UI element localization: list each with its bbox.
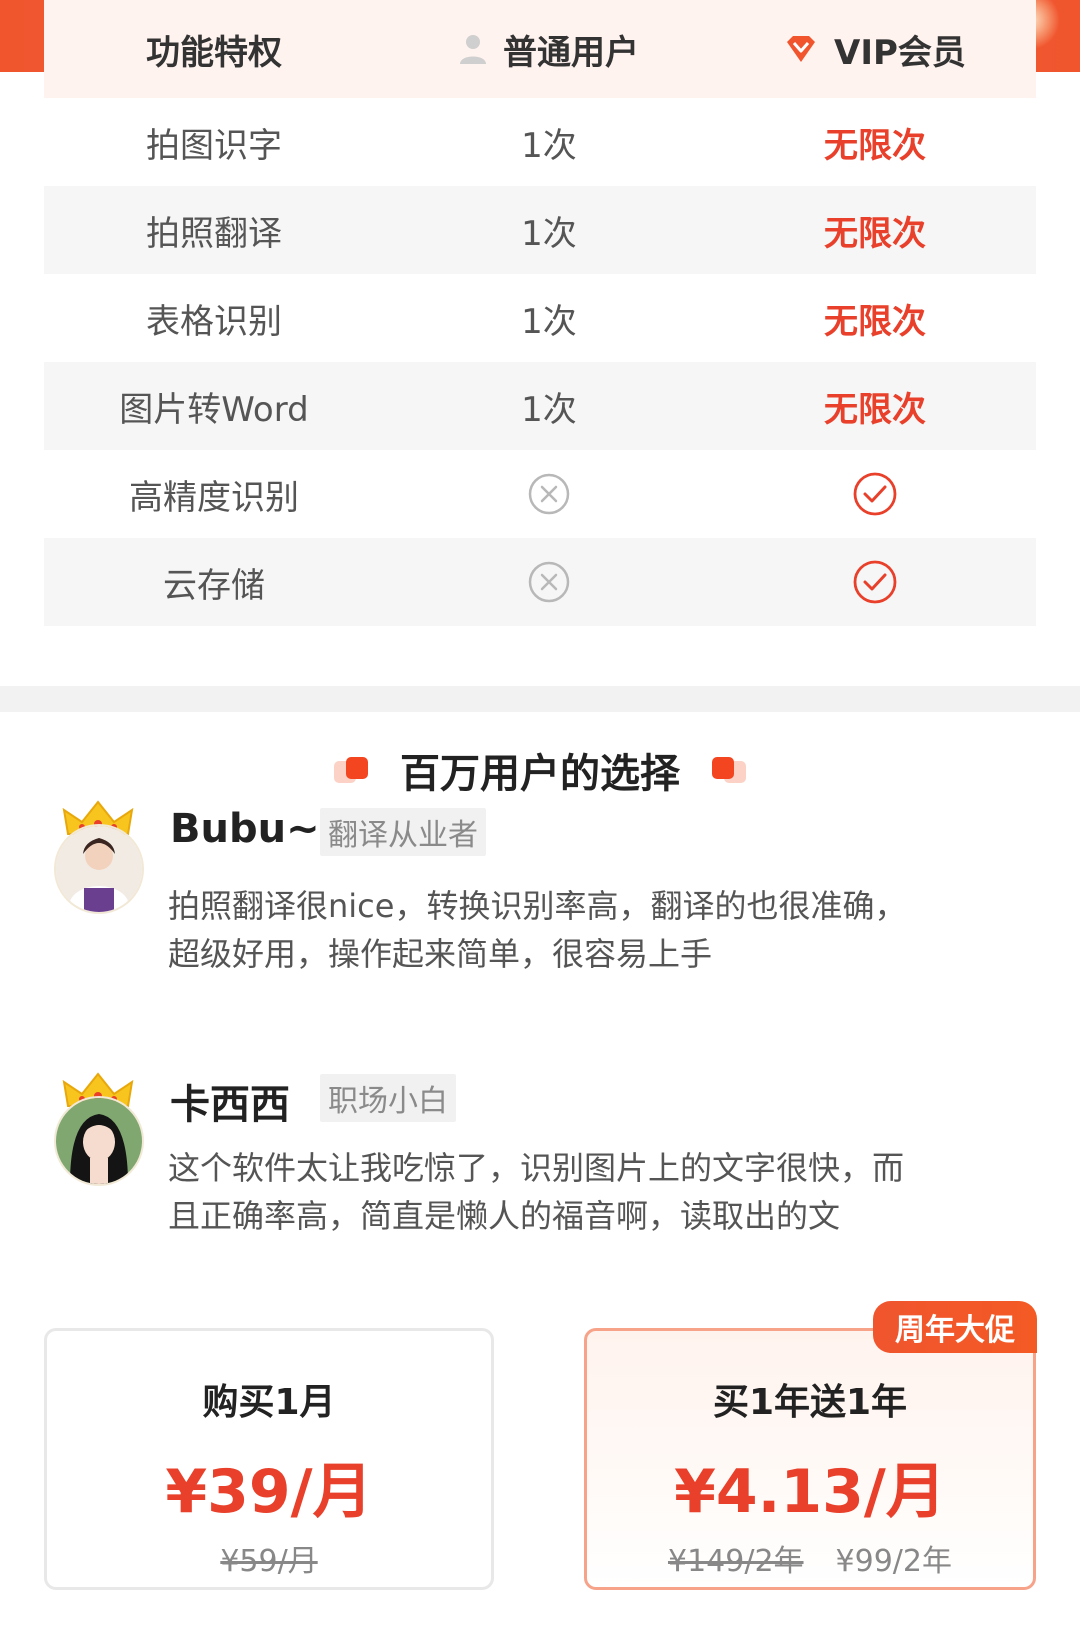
original-price: ¥149/2年 (667, 1544, 804, 1579)
avatar (54, 1096, 144, 1186)
plan-name: 买1年送1年 (712, 1382, 908, 1423)
feature-name: 高精度识别 (129, 477, 299, 518)
check-circle-icon (714, 538, 1036, 626)
review-text: 拍照翻译很nice，转换识别率高，翻译的也很准确，超级好用，操作起来简单，很容易… (168, 887, 907, 973)
plan-price: ¥39/月 (165, 1457, 373, 1527)
testimonials-title-text: 百万用户的选择 (400, 751, 680, 797)
normal-value: 1次 (521, 301, 577, 342)
plan-price: ¥4.13/月 (674, 1457, 946, 1527)
normal-value: 1次 (521, 213, 577, 254)
user-icon (459, 33, 487, 65)
plan-card-yearly[interactable]: 周年大促 买1年送1年 ¥4.13/月 ¥149/2年 ¥99/2年 (584, 1301, 1037, 1590)
feature-name: 拍图识字 (146, 125, 282, 166)
table-header-row: 功能特权 普通用户 VIP会员 (44, 0, 1036, 98)
vip-value: 无限次 (824, 301, 926, 342)
review-text: 这个软件太让我吃惊了，识别图片上的文字很快，而且正确率高，简直是懒人的福音啊，读… (168, 1149, 905, 1235)
avatar-with-crown (52, 800, 144, 914)
vip-value: 无限次 (824, 213, 926, 254)
normal-value: 1次 (521, 389, 577, 430)
header-vip-label: VIP会员 (834, 32, 966, 73)
username: Bubu~ (170, 806, 320, 852)
plan-original-price: ¥59/月 (47, 1536, 491, 1580)
normal-value: 1次 (521, 125, 577, 166)
user-tag: 翻译从业者 (320, 808, 486, 856)
table-row: 图片转Word 1次 无限次 (44, 362, 1036, 450)
diamond-icon (784, 34, 818, 64)
avatar (54, 824, 144, 914)
plan-card-monthly[interactable]: 购买1月 ¥39/月 ¥59/月 (44, 1328, 494, 1590)
feature-name: 拍照翻译 (146, 213, 282, 254)
testimonial-item: 卡西西 职场小白 这个软件太让我吃惊了，识别图片上的文字很快，而且正确率高，简直… (0, 1072, 1080, 1272)
table-row: 拍图识字 1次 无限次 (44, 98, 1036, 186)
header-vip: VIP会员 (714, 0, 1036, 98)
promo-badge: 周年大促 (873, 1301, 1037, 1353)
title-dot-icon (334, 755, 374, 785)
feature-name: 图片转Word (119, 389, 309, 430)
testimonials-title: 百万用户的选择 (0, 740, 1080, 800)
user-tag: 职场小白 (320, 1074, 456, 1122)
table-row: 拍照翻译 1次 无限次 (44, 186, 1036, 274)
title-dot-icon (706, 755, 746, 785)
table-row: 云存储 (44, 538, 1036, 626)
feature-name: 云存储 (163, 565, 265, 606)
current-total-price: ¥99/2年 (835, 1544, 952, 1579)
vip-value: 无限次 (824, 389, 926, 430)
header-normal-label: 普通用户 (503, 32, 639, 73)
plan-name: 购买1月 (202, 1382, 336, 1423)
original-price: ¥59/月 (220, 1544, 318, 1579)
plan-original-price: ¥149/2年 ¥99/2年 (587, 1536, 1033, 1580)
header-normal-user: 普通用户 (384, 0, 714, 98)
privilege-comparison-table: 功能特权 普通用户 VIP会员 拍图识字 1次 无限次 拍照翻译 1次 无限次 … (44, 0, 1036, 646)
username: 卡西西 (170, 1082, 290, 1128)
vip-value: 无限次 (824, 125, 926, 166)
avatar-with-crown (52, 1072, 144, 1186)
cross-circle-icon (384, 538, 714, 626)
table-row: 表格识别 1次 无限次 (44, 274, 1036, 362)
check-circle-icon (714, 450, 1036, 538)
feature-name: 表格识别 (146, 301, 282, 342)
testimonial-item: Bubu~ 翻译从业者 拍照翻译很nice，转换识别率高，翻译的也很准确，超级好… (0, 800, 1080, 1020)
table-row: 高精度识别 (44, 450, 1036, 538)
cross-circle-icon (384, 450, 714, 538)
section-divider (0, 686, 1080, 712)
header-feature: 功能特权 (146, 32, 282, 73)
